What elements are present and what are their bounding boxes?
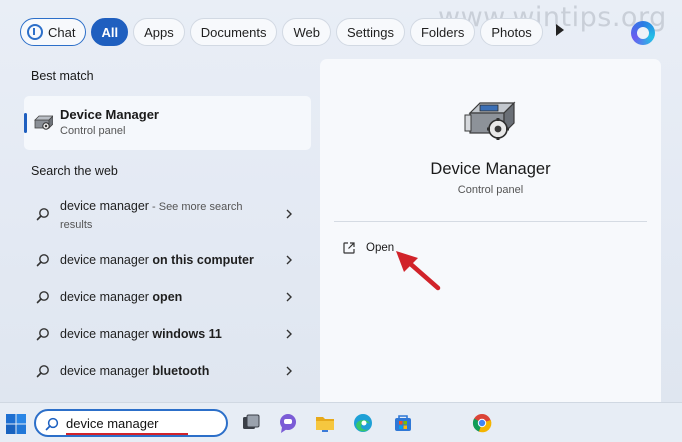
best-match-heading: Best match bbox=[31, 69, 94, 83]
web-result-item[interactable]: device manager bluetooth bbox=[24, 353, 311, 389]
selection-indicator bbox=[24, 113, 27, 133]
search-icon bbox=[45, 417, 59, 431]
search-icon bbox=[36, 365, 49, 378]
open-action[interactable]: Open bbox=[342, 239, 394, 257]
detail-subtitle: Control panel bbox=[457, 184, 524, 196]
windows-start-icon[interactable] bbox=[5, 413, 27, 435]
external-link-icon bbox=[343, 242, 355, 254]
chrome-icon[interactable] bbox=[471, 412, 493, 434]
bing-chat-icon bbox=[27, 24, 43, 40]
taskbar-search-box[interactable] bbox=[34, 409, 228, 437]
chevron-right-icon bbox=[286, 255, 292, 265]
store-icon[interactable] bbox=[392, 412, 414, 434]
chevron-right-icon bbox=[286, 209, 292, 219]
best-match-subtitle: Control panel bbox=[60, 125, 126, 137]
file-explorer-icon[interactable] bbox=[314, 412, 336, 434]
web-result-suggestion: on this computer bbox=[152, 253, 254, 267]
divider bbox=[334, 221, 647, 222]
web-result-query: device manager bbox=[60, 253, 153, 267]
best-match-title: Device Manager bbox=[60, 107, 159, 122]
web-result-hint-2: results bbox=[60, 219, 93, 231]
search-icon bbox=[36, 328, 49, 341]
web-result-query: device manager bbox=[60, 199, 149, 213]
tab-settings[interactable]: Settings bbox=[335, 18, 405, 46]
detail-pane: Device Manager Control panel Open bbox=[320, 59, 661, 402]
tab-all[interactable]: All bbox=[91, 18, 129, 46]
search-input[interactable] bbox=[66, 414, 216, 432]
annotation-underline bbox=[66, 433, 188, 435]
device-manager-icon bbox=[464, 101, 516, 140]
chevron-right-icon bbox=[286, 366, 292, 376]
web-result-item[interactable]: device manager open bbox=[24, 279, 311, 315]
web-result-query: device manager bbox=[60, 364, 153, 378]
search-web-heading: Search the web bbox=[31, 164, 118, 178]
web-result-item[interactable]: device manager - See more search results bbox=[24, 196, 311, 232]
bing-icon[interactable] bbox=[631, 21, 655, 45]
filter-bar: Chat All Apps Documents Web Settings Fol… bbox=[20, 17, 543, 47]
chevron-right-icon bbox=[286, 292, 292, 302]
chat-button[interactable]: Chat bbox=[20, 18, 87, 46]
edge-icon[interactable] bbox=[352, 412, 374, 434]
web-result-hint: - See more search bbox=[148, 201, 243, 213]
detail-title: Device Manager bbox=[430, 160, 551, 178]
search-icon bbox=[36, 291, 49, 304]
web-result-suggestion: windows 11 bbox=[152, 327, 222, 341]
taskbar bbox=[0, 402, 682, 442]
tab-photos[interactable]: Photos bbox=[480, 18, 543, 46]
annotation-arrow-icon bbox=[396, 251, 441, 291]
more-filters-play-icon[interactable] bbox=[556, 24, 564, 36]
web-result-item[interactable]: device manager on this computer bbox=[24, 242, 311, 278]
web-result-suggestion: open bbox=[152, 290, 183, 304]
tab-web[interactable]: Web bbox=[282, 18, 331, 46]
search-icon bbox=[36, 208, 49, 221]
teams-chat-icon[interactable] bbox=[277, 412, 299, 434]
task-view-icon[interactable] bbox=[240, 412, 262, 434]
web-result-query: device manager bbox=[60, 327, 153, 341]
chevron-right-icon bbox=[286, 329, 292, 339]
best-match-item[interactable]: Device Manager Control panel bbox=[24, 96, 311, 150]
search-icon bbox=[36, 254, 49, 267]
start-search-panel: www.wintips.org Chat All Apps Documents … bbox=[0, 0, 682, 402]
chat-label: Chat bbox=[48, 24, 76, 40]
web-result-query: device manager bbox=[60, 290, 153, 304]
tab-apps[interactable]: Apps bbox=[133, 18, 185, 46]
device-manager-icon bbox=[34, 115, 53, 130]
web-result-suggestion: bluetooth bbox=[152, 364, 210, 378]
tab-folders[interactable]: Folders bbox=[409, 18, 476, 46]
web-result-item[interactable]: device manager windows 11 bbox=[24, 316, 311, 352]
tab-documents[interactable]: Documents bbox=[189, 18, 278, 46]
